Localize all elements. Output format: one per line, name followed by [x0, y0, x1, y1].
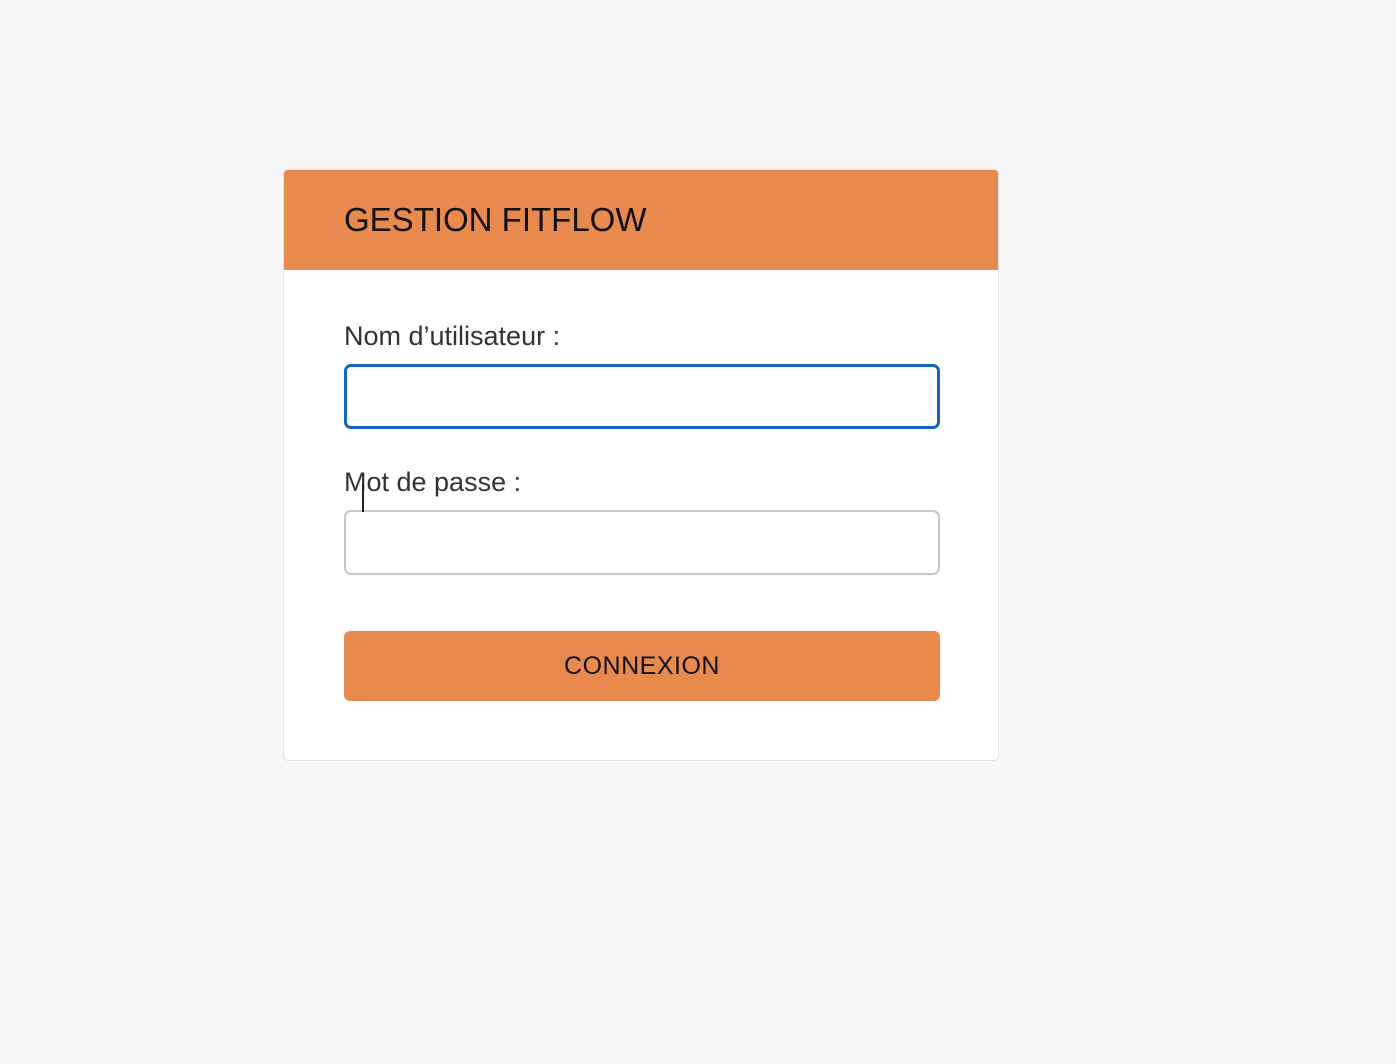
password-label: Mot de passe :: [344, 467, 522, 497]
app-title: GESTION FITFLOW: [344, 201, 647, 238]
login-card: GESTION FITFLOW Nom d’utilisateur : Mot …: [283, 169, 999, 761]
password-input[interactable]: [344, 510, 940, 575]
login-form: Nom d’utilisateur : Mot de passe : CONNE…: [284, 270, 998, 701]
username-label: Nom d’utilisateur :: [344, 321, 561, 351]
username-input[interactable]: [344, 364, 940, 429]
login-button[interactable]: CONNEXION: [344, 631, 940, 701]
text-caret: [362, 484, 364, 512]
card-header: GESTION FITFLOW: [284, 170, 998, 270]
